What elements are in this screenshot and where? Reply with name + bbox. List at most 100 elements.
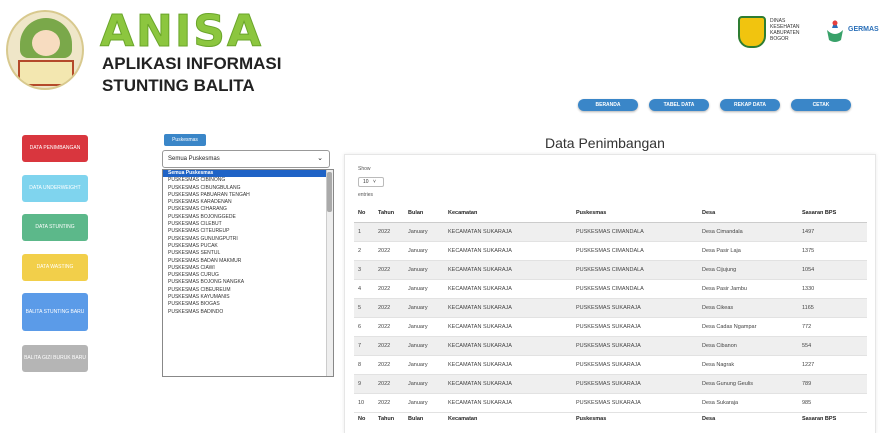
puskesmas-option[interactable]: PUSKESMAS CIAWI [163, 265, 333, 272]
column-footer: Desa [698, 411, 798, 426]
table-cell: 1 [354, 222, 374, 242]
table-cell: PUSKESMAS SUKARAJA [572, 336, 698, 356]
puskesmas-option[interactable]: PUSKESMAS CIBINONG [163, 177, 333, 184]
table-cell: PUSKESMAS SUKARAJA [572, 355, 698, 375]
show-label: Show [358, 166, 371, 172]
table-cell: January [404, 355, 444, 375]
table-cell: Desa Gunung Geulis [698, 374, 798, 394]
column-footer: Tahun [374, 411, 404, 426]
puskesmas-select-value: Semua Puskesmas [168, 156, 220, 162]
nav-beranda-button[interactable]: BERANDA [578, 99, 638, 111]
puskesmas-option[interactable]: PUSKESMAS BADAN MAKMUR [163, 258, 333, 265]
sidebar-balita-gizi-buruk-baru-button[interactable]: BALITA GIZI BURUK BARU [22, 345, 88, 372]
table-cell: Desa Cibanon [698, 336, 798, 356]
entries-count-select[interactable]: 10 ˅ [358, 177, 384, 187]
table-cell: 2022 [374, 374, 404, 394]
table-cell: 3 [354, 260, 374, 280]
column-footer: Puskesmas [572, 411, 698, 426]
entries-count-value: 10 [363, 179, 369, 185]
chevron-down-icon: ˅ [372, 179, 376, 185]
puskesmas-option[interactable]: PUSKESMAS KAYUMANIS [163, 294, 333, 301]
column-header[interactable]: Desa [698, 204, 798, 223]
top-navigation: BERANDA TABEL DATA REKAP DATA CETAK [578, 99, 851, 111]
page-title: Data Penimbangan [545, 135, 665, 151]
nav-tabel-data-button[interactable]: TABEL DATA [649, 99, 709, 111]
table-cell: 2022 [374, 336, 404, 356]
table-cell: 1054 [798, 260, 867, 280]
puskesmas-option[interactable]: PUSKESMAS BOJONGGEDE [163, 214, 333, 221]
table-cell: KECAMATAN SUKARAJA [444, 260, 572, 280]
table-row: 10 2022 January KECAMATAN SUKARAJA PUSKESMAS… [354, 393, 867, 413]
table-cell: 4 [354, 279, 374, 299]
table-cell: 554 [798, 336, 867, 356]
table-row: 1 2022 January KECAMATAN SUKARAJA PUSKESMAS … [354, 222, 867, 242]
puskesmas-option[interactable]: PUSKESMAS CIBEUREUM [163, 287, 333, 294]
column-header[interactable]: Sasaran BPS [798, 204, 867, 223]
table-cell: 7 [354, 336, 374, 356]
table-cell: January [404, 336, 444, 356]
table-cell: January [404, 317, 444, 337]
options-scrollbar[interactable] [326, 170, 333, 376]
table-cell: 9 [354, 374, 374, 394]
table-cell: KECAMATAN SUKARAJA [444, 298, 572, 318]
table-cell: 1330 [798, 279, 867, 299]
puskesmas-option[interactable]: PUSKESMAS SENTUL [163, 250, 333, 257]
table-cell: 2022 [374, 317, 404, 337]
column-footer: Bulan [404, 411, 444, 426]
sidebar-data-underweight-button[interactable]: DATA UNDERWEIGHT [22, 175, 88, 202]
table-cell: 1165 [798, 298, 867, 318]
sidebar-balita-stunting-baru-button[interactable]: BALITA STUNTING BARU [22, 293, 88, 331]
column-header[interactable]: Kecamatan [444, 204, 572, 223]
puskesmas-option[interactable]: PUSKESMAS CIHARANG [163, 206, 333, 213]
puskesmas-option[interactable]: PUSKESMAS CURUG [163, 272, 333, 279]
scrollbar-thumb[interactable] [327, 172, 332, 212]
table-cell: 789 [798, 374, 867, 394]
column-header[interactable]: Bulan [404, 204, 444, 223]
table-cell: 2022 [374, 241, 404, 261]
nav-rekap-data-button[interactable]: REKAP DATA [720, 99, 780, 111]
app-subtitle-line1: APLIKASI INFORMASI [102, 54, 282, 73]
table-cell: Desa Cimandala [698, 222, 798, 242]
table-row: 3 2022 January KECAMATAN SUKARAJA PUSKESMAS … [354, 260, 867, 280]
table-cell: KECAMATAN SUKARAJA [444, 336, 572, 356]
table-cell: January [404, 222, 444, 242]
puskesmas-option[interactable]: PUSKESMAS KARADENAN [163, 199, 333, 206]
puskesmas-option[interactable]: PUSKESMAS GUNUNGPUTRI [163, 236, 333, 243]
table-cell: PUSKESMAS SUKARAJA [572, 317, 698, 337]
table-cell: 2022 [374, 393, 404, 413]
entries-label: entries [358, 192, 374, 198]
table-cell: Desa Cijujung [698, 260, 798, 280]
puskesmas-option[interactable]: PUSKESMAS BIOGAS [163, 301, 333, 308]
puskesmas-option[interactable]: PUSKESMAS BOJONG NANGKA [163, 279, 333, 286]
table-cell: January [404, 260, 444, 280]
app-subtitle-line2: STUNTING BALITA [102, 76, 255, 95]
germas-logo-icon [827, 20, 843, 42]
government-emblem-icon [738, 16, 766, 48]
sidebar-data-penimbangan-button[interactable]: DATA PENIMBANGAN [22, 135, 88, 162]
sidebar-data-wasting-button[interactable]: DATA WASTING [22, 254, 88, 281]
column-header[interactable]: Puskesmas [572, 204, 698, 223]
puskesmas-select[interactable]: Semua Puskesmas ⌄ [162, 150, 330, 168]
table-row: 4 2022 January KECAMATAN SUKARAJA PUSKESMAS … [354, 279, 867, 299]
puskesmas-option[interactable]: Semua Puskesmas [163, 170, 333, 178]
table-cell: 772 [798, 317, 867, 337]
puskesmas-options-list[interactable]: Semua Puskesmas PUSKESMAS CIBINONG PUSKE… [162, 169, 334, 377]
column-header[interactable]: Tahun [374, 204, 404, 223]
table-cell: KECAMATAN SUKARAJA [444, 241, 572, 261]
table-cell: Desa Cikeas [698, 298, 798, 318]
app-logo-title: ANISA [100, 6, 263, 58]
puskesmas-option[interactable]: PUSKESMAS BADINDO [163, 309, 333, 316]
table-cell: PUSKESMAS CIMANDALA [572, 260, 698, 280]
column-header[interactable]: No [354, 204, 374, 223]
table-row: 7 2022 January KECAMATAN SUKARAJA PUSKESMAS … [354, 336, 867, 356]
puskesmas-option[interactable]: PUSKESMAS CIBUNGBULANG [163, 185, 333, 192]
puskesmas-option[interactable]: PUSKESMAS PUCAK [163, 243, 333, 250]
table-row: 6 2022 January KECAMATAN SUKARAJA PUSKESMAS … [354, 317, 867, 337]
sidebar-data-stunting-button[interactable]: DATA STUNTING [22, 214, 88, 241]
table-row: 2 2022 January KECAMATAN SUKARAJA PUSKESMAS … [354, 241, 867, 261]
puskesmas-option[interactable]: PUSKESMAS CITEUREUP [163, 228, 333, 235]
puskesmas-option[interactable]: PUSKESMAS CILEBUT [163, 221, 333, 228]
table-cell: 1375 [798, 241, 867, 261]
nav-cetak-button[interactable]: CETAK [791, 99, 851, 111]
puskesmas-option[interactable]: PUSKESMAS PABUARAN TENGAH [163, 192, 333, 199]
